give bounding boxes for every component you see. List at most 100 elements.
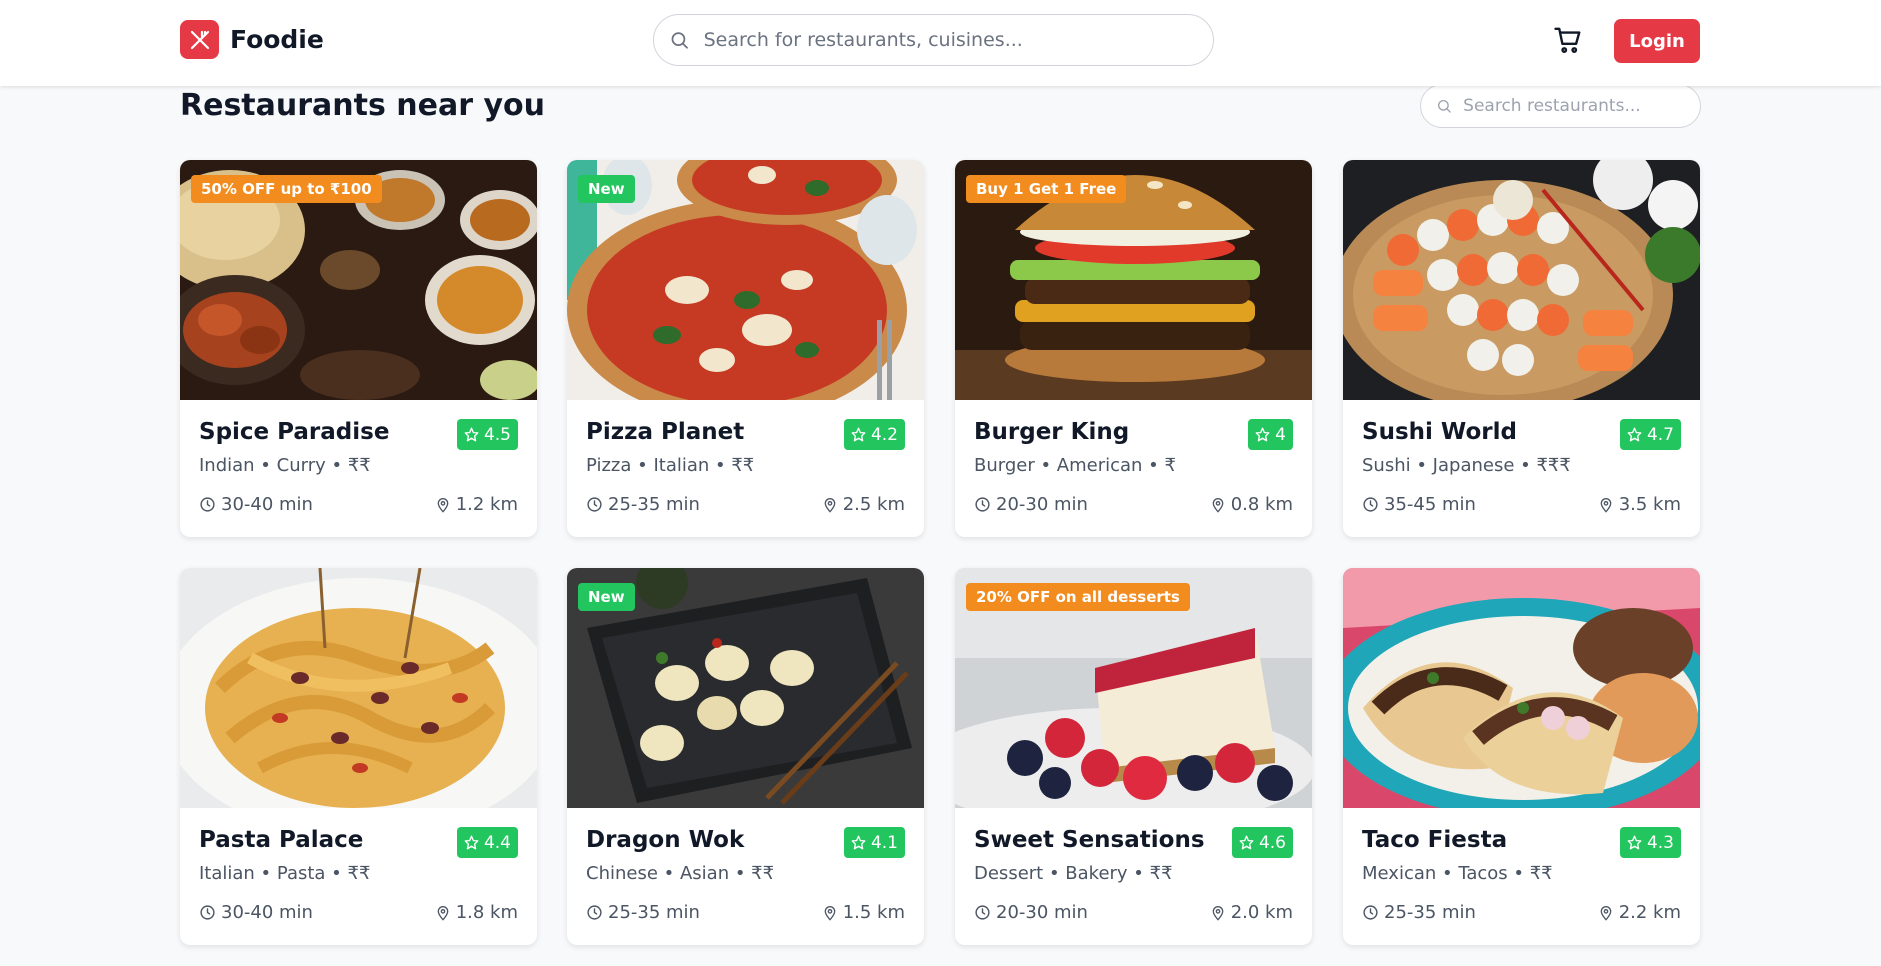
star-icon [1239, 835, 1254, 850]
distance: 1.8 km [435, 902, 518, 923]
top-navbar: Foodie Login [0, 0, 1881, 86]
search-icon [1438, 99, 1451, 113]
restaurant-image-pasta [180, 568, 537, 808]
delivery-time-value: 30-40 min [221, 902, 313, 923]
brand-name: Foodie [230, 25, 324, 54]
restaurant-name: Taco Fiesta [1362, 827, 1508, 853]
location-pin-icon [437, 905, 449, 921]
brand-logo[interactable]: Foodie [180, 20, 324, 59]
cuisine-tags: Chinese • Asian • ₹₹ [586, 863, 775, 884]
distance: 2.0 km [1210, 902, 1293, 923]
clock-icon [975, 905, 990, 920]
restaurant-card[interactable]: Pasta Palace 4.4 Italian • Pasta • ₹₹ 30… [180, 568, 537, 945]
restaurant-card[interactable]: Sushi World 4.7 Sushi • Japanese • ₹₹₹ 3… [1343, 160, 1700, 537]
delivery-time-value: 35-45 min [1384, 494, 1476, 515]
delivery-time: 20-30 min [974, 902, 1088, 923]
distance: 3.5 km [1598, 494, 1681, 515]
restaurant-card[interactable]: Taco Fiesta 4.3 Mexican • Tacos • ₹₹ 25-… [1343, 568, 1700, 945]
delivery-time: 35-45 min [1362, 494, 1476, 515]
distance: 2.2 km [1598, 902, 1681, 923]
rating-badge: 4.3 [1619, 827, 1681, 858]
cuisine-tags: Burger • American • ₹ [974, 455, 1176, 476]
clock-icon [587, 905, 602, 920]
distance-value: 1.2 km [455, 494, 518, 515]
rating-value: 4.6 [1258, 832, 1286, 853]
restaurant-card[interactable]: 20% OFF on all desserts Sweet Sensations… [955, 568, 1312, 945]
rating-value: 4.1 [870, 832, 898, 853]
delivery-time-value: 25-35 min [608, 902, 700, 923]
star-icon [464, 835, 479, 850]
clock-icon [200, 497, 215, 512]
cuisine-tags: Pizza • Italian • ₹₹ [586, 455, 755, 476]
cuisine-tags: Sushi • Japanese • ₹₹₹ [1362, 455, 1571, 476]
location-pin-icon [1212, 905, 1224, 921]
restaurant-name: Spice Paradise [199, 419, 390, 445]
clock-icon [975, 497, 990, 512]
clock-icon [1363, 497, 1378, 512]
delivery-time: 25-35 min [586, 902, 700, 923]
rating-badge: 4.4 [456, 827, 518, 858]
clock-icon [587, 497, 602, 512]
rating-value: 4.5 [483, 424, 511, 445]
rating-value: 4.2 [870, 424, 898, 445]
star-icon [851, 835, 866, 850]
restaurant-search-input[interactable] [1463, 96, 1700, 116]
rating-value: 4.3 [1646, 832, 1674, 853]
rating-badge: 4.6 [1231, 827, 1293, 858]
cuisine-tags: Italian • Pasta • ₹₹ [199, 863, 371, 884]
rating-badge: 4.2 [843, 419, 905, 450]
restaurant-name: Dragon Wok [586, 827, 745, 853]
offer-badge: 50% OFF up to ₹100 [191, 175, 382, 203]
delivery-time-value: 30-40 min [221, 494, 313, 515]
delivery-time: 30-40 min [199, 902, 313, 923]
clock-icon [200, 905, 215, 920]
search-icon [671, 32, 688, 49]
distance-value: 3.5 km [1618, 494, 1681, 515]
restaurant-card[interactable]: 50% OFF up to ₹100 Spice Paradise 4.5 In… [180, 160, 537, 537]
location-pin-icon [1600, 905, 1612, 921]
rating-badge: 4.7 [1619, 419, 1681, 450]
delivery-time: 20-30 min [974, 494, 1088, 515]
distance-value: 0.8 km [1230, 494, 1293, 515]
distance: 0.8 km [1210, 494, 1293, 515]
delivery-time-value: 25-35 min [1384, 902, 1476, 923]
global-search-bar[interactable] [653, 14, 1214, 66]
restaurant-image-tacos [1343, 568, 1700, 808]
star-icon [1627, 835, 1642, 850]
rating-value: 4.4 [483, 832, 511, 853]
location-pin-icon [824, 905, 836, 921]
restaurant-card[interactable]: Buy 1 Get 1 Free Burger King 4 Burger • … [955, 160, 1312, 537]
star-icon [851, 427, 866, 442]
restaurant-name: Sweet Sensations [974, 827, 1205, 853]
cuisine-tags: Indian • Curry • ₹₹ [199, 455, 371, 476]
star-icon [464, 427, 479, 442]
delivery-time: 30-40 min [199, 494, 313, 515]
cuisine-tags: Mexican • Tacos • ₹₹ [1362, 863, 1553, 884]
distance-value: 2.5 km [842, 494, 905, 515]
section-title: Restaurants near you [180, 88, 545, 123]
offer-badge: 20% OFF on all desserts [966, 583, 1190, 611]
delivery-time-value: 20-30 min [996, 494, 1088, 515]
distance: 2.5 km [822, 494, 905, 515]
global-search-input[interactable] [703, 29, 1213, 51]
restaurant-card[interactable]: New Pizza Planet 4.2 Pizza • Italian • ₹… [567, 160, 924, 537]
restaurant-search-bar[interactable] [1420, 84, 1701, 128]
offer-badge: Buy 1 Get 1 Free [966, 175, 1127, 203]
distance-value: 1.8 km [455, 902, 518, 923]
location-pin-icon [1600, 497, 1612, 513]
login-button[interactable]: Login [1614, 19, 1700, 63]
new-badge: New [578, 175, 635, 203]
location-pin-icon [437, 497, 449, 513]
distance: 1.5 km [822, 902, 905, 923]
restaurant-name: Burger King [974, 419, 1130, 445]
restaurant-card[interactable]: New Dragon Wok 4.1 Chinese • Asian • ₹₹ … [567, 568, 924, 945]
rating-badge: 4.1 [843, 827, 905, 858]
rating-value: 4 [1275, 424, 1286, 445]
restaurant-name: Pizza Planet [586, 419, 745, 445]
location-pin-icon [824, 497, 836, 513]
cuisine-tags: Dessert • Bakery • ₹₹ [974, 863, 1173, 884]
delivery-time-value: 25-35 min [608, 494, 700, 515]
rating-value: 4.7 [1646, 424, 1674, 445]
distance: 1.2 km [435, 494, 518, 515]
cart-icon[interactable] [1553, 25, 1583, 55]
